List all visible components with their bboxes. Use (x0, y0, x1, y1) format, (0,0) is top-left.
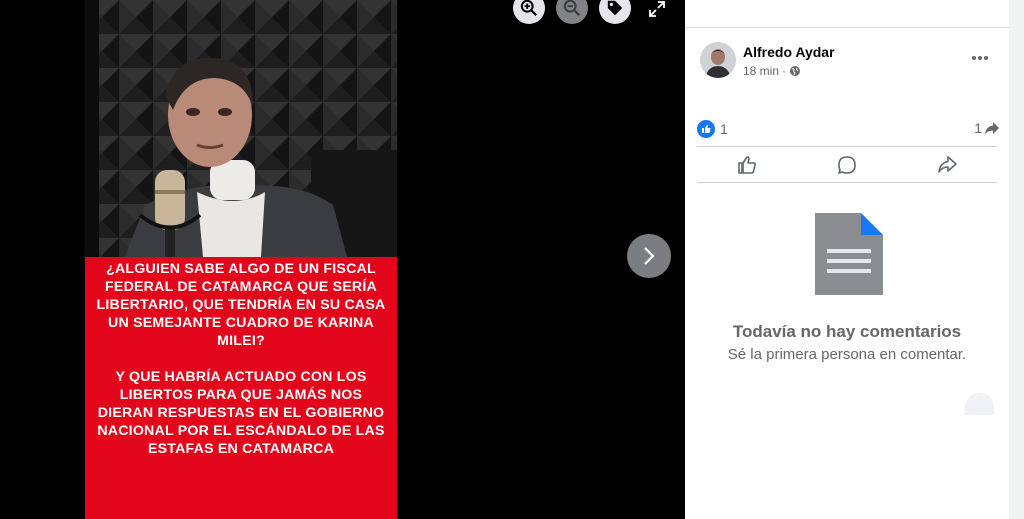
zoom-in-icon (520, 0, 537, 16)
empty-comments-subtitle: Sé la primera persona en comentar. (727, 346, 967, 363)
meta-separator: · (782, 64, 787, 78)
share-button[interactable] (897, 147, 997, 182)
divider (685, 27, 1009, 28)
chevron-right-icon (644, 247, 655, 265)
post-image[interactable]: ¿ALGUIEN SABE ALGO DE UN FISCAL FEDERAL … (85, 0, 397, 519)
caption-paragraph-1: ¿ALGUIEN SABE ALGO DE UN FISCAL FEDERAL … (96, 261, 386, 349)
zoom-out-button[interactable] (556, 0, 588, 24)
post-actions (697, 147, 997, 182)
tag-button[interactable] (599, 0, 631, 24)
media-viewer: ¿ALGUIEN SABE ALGO DE UN FISCAL FEDERAL … (0, 0, 685, 519)
more-horizontal-icon (972, 56, 988, 60)
globe-icon[interactable] (789, 65, 801, 77)
post-time[interactable]: 18 min (743, 64, 779, 78)
caption-paragraph-2: Y QUE HABRÍA ACTUADO CON LOS LIBERTOS PA… (97, 369, 385, 457)
next-photo-button[interactable] (627, 234, 671, 278)
reaction-count[interactable]: 1 (720, 121, 728, 137)
empty-comments-title: Todavía no hay comentarios (732, 322, 962, 341)
like-button[interactable] (697, 147, 797, 182)
fullscreen-button[interactable] (646, 0, 668, 18)
comment-button[interactable] (797, 147, 897, 182)
share-count: 1 (974, 120, 982, 136)
caption-box: ¿ALGUIEN SABE ALGO DE UN FISCAL FEDERAL … (85, 257, 397, 519)
zoom-out-icon (563, 0, 580, 16)
scrollbar-track[interactable] (1009, 0, 1024, 519)
zoom-in-button[interactable] (513, 0, 545, 24)
share-arrow-icon (938, 155, 957, 173)
share-icon (985, 122, 999, 134)
document-icon (815, 213, 883, 295)
share-count-link[interactable]: 1 (974, 120, 1000, 136)
avatar[interactable] (700, 42, 736, 78)
like-reaction-icon[interactable] (697, 120, 715, 138)
post-sidebar: Alfredo Aydar 18 min · 1 1 Todavía no ha… (685, 0, 1024, 519)
tag-icon (607, 0, 623, 16)
reactions-summary: 1 1 (697, 118, 1000, 140)
author-name[interactable]: Alfredo Aydar (743, 44, 835, 60)
comment-bubble-icon[interactable] (963, 389, 995, 415)
comment-icon (838, 155, 856, 174)
divider (697, 182, 997, 183)
more-options-button[interactable] (968, 48, 992, 68)
thumbs-up-icon (738, 155, 756, 174)
post-meta: 18 min · (743, 64, 801, 78)
photo-of-man-at-microphone (85, 0, 397, 257)
fullscreen-icon (649, 1, 665, 17)
post-header: Alfredo Aydar 18 min · (700, 42, 1000, 82)
